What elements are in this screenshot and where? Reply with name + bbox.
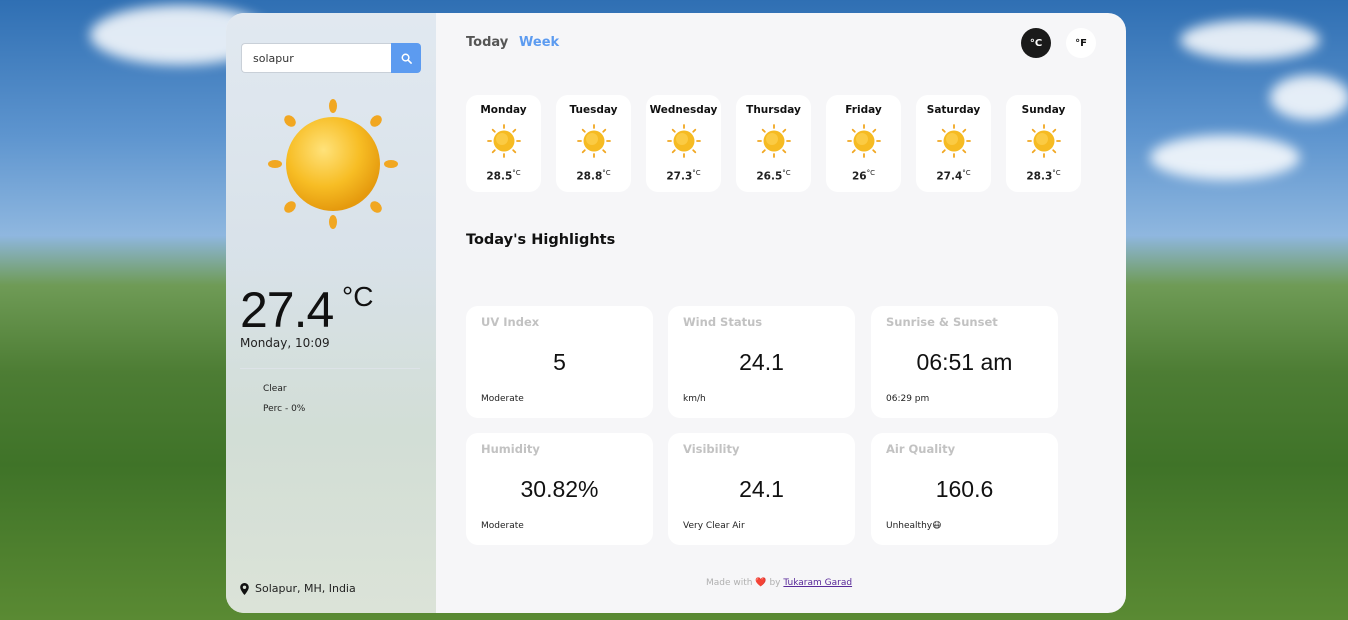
location-pin-icon — [240, 582, 249, 595]
day-temp-value: 28.5 — [486, 170, 513, 183]
card-value: 5 — [553, 349, 566, 375]
search-bar — [241, 43, 421, 73]
card-sub: Moderate — [481, 394, 524, 404]
day-temp-unit: °C — [512, 169, 521, 177]
day-temp-value: 26.5 — [756, 170, 783, 183]
day-temperature: 26.5°C — [736, 169, 811, 183]
footer-by: by — [769, 578, 781, 588]
card-value: 06:51 am — [916, 349, 1013, 375]
divider — [240, 368, 420, 369]
card-sub: 06:29 pm — [886, 394, 930, 404]
day-card: Monday 28.5°C — [466, 95, 541, 192]
day-card: Sunday 28.3°C — [1006, 95, 1081, 192]
day-temperature: 27.3°C — [646, 169, 721, 183]
search-icon — [401, 53, 412, 64]
day-temp-value: 27.4 — [936, 170, 963, 183]
day-temp-unit: °C — [1052, 169, 1061, 177]
day-name: Wednesday — [649, 104, 718, 116]
day-card: Saturday 27.4°C — [916, 95, 991, 192]
day-temperature: 28.3°C — [1006, 169, 1081, 183]
card-sub: Moderate — [481, 521, 524, 531]
precipitation: Perc - 0% — [263, 404, 306, 414]
sun-icon — [576, 123, 612, 159]
card-sub: Very Clear Air — [683, 521, 745, 531]
day-temperature: 28.5°C — [466, 169, 541, 183]
current-datetime: Monday, 10:09 — [240, 336, 330, 350]
day-temperature: 26°C — [826, 169, 901, 183]
sun-icon — [1026, 123, 1062, 159]
heart-icon: ❤️ — [755, 578, 767, 588]
cloud — [1180, 20, 1320, 60]
day-card: Wednesday 27.3°C — [646, 95, 721, 192]
day-temp-unit: °C — [866, 169, 875, 177]
day-temperature: 27.4°C — [916, 169, 991, 183]
current-temperature: 27.4 — [240, 282, 334, 338]
card-label: UV Index — [481, 315, 540, 329]
air-quality-card: Air Quality 160.6 Unhealthy😷 — [871, 433, 1058, 545]
main-panel: Today Week °C °F Monday 28.5°C Tuesday 28.8… — [436, 13, 1126, 613]
cloud — [1270, 75, 1348, 120]
current-temperature-unit: °C — [342, 281, 374, 312]
cloud — [1150, 135, 1300, 180]
sun-icon — [486, 123, 522, 159]
day-temp-unit: °C — [602, 169, 611, 177]
wind-status-card: Wind Status 24.1 km/h — [668, 306, 855, 418]
footer: Made with ❤️ by Tukaram Garad — [706, 578, 852, 588]
day-name: Saturday — [926, 104, 981, 116]
day-temp-value: 27.3 — [666, 170, 693, 183]
card-label: Air Quality — [886, 442, 956, 456]
day-temp-unit: °C — [962, 169, 971, 177]
card-value: 30.82% — [520, 476, 599, 502]
location-label: Solapur, MH, India — [255, 582, 356, 595]
sun-icon — [936, 123, 972, 159]
sun-icon — [666, 123, 702, 159]
day-temp-value: 28.8 — [576, 170, 603, 183]
tab-week[interactable]: Week — [519, 35, 559, 50]
day-temp-value: 28.3 — [1026, 170, 1053, 183]
footer-made-with: Made with — [706, 578, 753, 588]
sun-icon — [268, 99, 398, 229]
day-card: Thursday 26.5°C — [736, 95, 811, 192]
day-temperature: 28.8°C — [556, 169, 631, 183]
card-sub: Unhealthy😷 — [886, 521, 942, 531]
humidity-card: Humidity 30.82% Moderate — [466, 433, 653, 545]
search-input[interactable] — [241, 43, 391, 73]
card-label: Visibility — [683, 442, 740, 456]
weather-condition: Clear — [263, 384, 287, 394]
highlights-title: Today's Highlights — [466, 232, 616, 248]
card-sub: km/h — [683, 394, 706, 404]
search-button[interactable] — [391, 43, 421, 73]
author-link[interactable]: Tukaram Garad — [783, 578, 852, 588]
fahrenheit-button[interactable]: °F — [1066, 28, 1096, 58]
day-name: Sunday — [1021, 104, 1066, 116]
visibility-card: Visibility 24.1 Very Clear Air — [668, 433, 855, 545]
sunrise-sunset-card: Sunrise & Sunset 06:51 am 06:29 pm — [871, 306, 1058, 418]
uv-index-card: UV Index 5 Moderate — [466, 306, 653, 418]
day-temp-value: 26 — [851, 170, 867, 183]
day-card: Friday 26°C — [826, 95, 901, 192]
day-name: Tuesday — [569, 104, 618, 116]
day-card: Tuesday 28.8°C — [556, 95, 631, 192]
tab-today[interactable]: Today — [466, 35, 508, 50]
day-temp-unit: °C — [692, 169, 701, 177]
card-value: 24.1 — [739, 349, 784, 375]
weather-app: 27.4 °C Monday, 10:09 Clear Perc - 0% So… — [226, 13, 1126, 613]
card-value: 160.6 — [935, 476, 994, 502]
sidebar: 27.4 °C Monday, 10:09 Clear Perc - 0% So… — [226, 13, 436, 613]
day-name: Thursday — [746, 104, 801, 116]
sun-icon — [756, 123, 792, 159]
card-value: 24.1 — [739, 476, 784, 502]
location: Solapur, MH, India — [240, 582, 356, 595]
sun-icon — [846, 123, 882, 159]
card-label: Wind Status — [683, 315, 763, 329]
card-label: Humidity — [481, 442, 540, 456]
celsius-button[interactable]: °C — [1021, 28, 1051, 58]
card-label: Sunrise & Sunset — [886, 315, 998, 329]
day-name: Friday — [845, 104, 882, 116]
day-name: Monday — [480, 104, 527, 116]
day-temp-unit: °C — [782, 169, 791, 177]
